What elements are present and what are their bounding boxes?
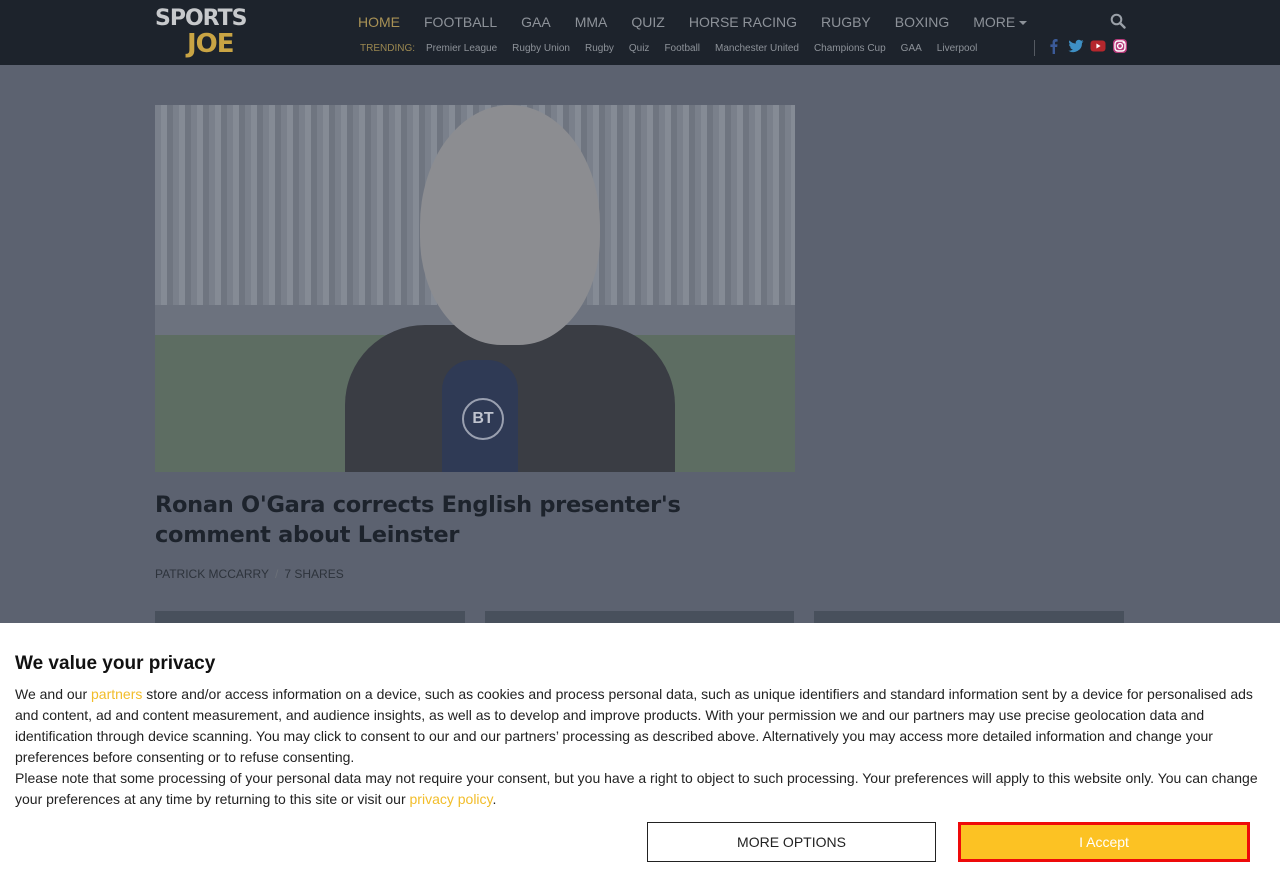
person-head (420, 105, 600, 345)
nav-rugby[interactable]: RUGBY (821, 12, 871, 32)
partners-link[interactable]: partners (91, 686, 142, 702)
article-shares: 7 SHARES (284, 567, 344, 581)
nav-quiz[interactable]: QUIZ (631, 12, 664, 32)
youtube-icon[interactable] (1090, 38, 1106, 54)
search-icon[interactable] (1110, 13, 1126, 29)
nav-gaa[interactable]: GAA (521, 12, 551, 32)
article-author[interactable]: PATRICK MCCARRY (155, 567, 269, 581)
chevron-down-icon (1019, 21, 1028, 26)
instagram-icon[interactable] (1112, 38, 1128, 54)
logo-text-bottom: JOE (187, 29, 235, 59)
article-headline[interactable]: Ronan O'Gara corrects English presenter'… (155, 490, 800, 550)
site-header: SPORTS JOE HOME FOOTBALL GAA MMA QUIZ HO… (0, 0, 1280, 65)
nav-more[interactable]: MORE (973, 12, 1028, 32)
privacy-consent-banner: We value your privacy We and our partner… (0, 623, 1280, 887)
trending-football[interactable]: Football (664, 43, 700, 54)
nav-mma[interactable]: MMA (575, 12, 608, 32)
trending-gaa[interactable]: GAA (901, 43, 922, 54)
hero-image[interactable]: BT (155, 105, 795, 472)
trending-champions-cup[interactable]: Champions Cup (814, 43, 886, 54)
meta-separator: / (275, 567, 279, 581)
consent-p1-before: We and our (15, 686, 92, 702)
trending-manchester-united[interactable]: Manchester United (715, 43, 799, 54)
bt-logo: BT (462, 398, 504, 440)
main-nav: HOME FOOTBALL GAA MMA QUIZ HORSE RACING … (358, 12, 1051, 32)
consent-paragraph-2: Please note that some processing of your… (15, 768, 1260, 810)
accept-button[interactable]: I Accept (958, 822, 1250, 862)
trending-quiz[interactable]: Quiz (629, 43, 650, 54)
nav-horse-racing[interactable]: HORSE RACING (689, 12, 797, 32)
more-options-button[interactable]: MORE OPTIONS (647, 822, 936, 862)
trending-liverpool[interactable]: Liverpool (937, 43, 978, 54)
consent-p1-after: store and/or access information on a dev… (15, 686, 1253, 765)
trending-bar: TRENDING: Premier League Rugby Union Rug… (360, 41, 992, 55)
social-links (1046, 38, 1128, 54)
twitter-icon[interactable] (1068, 38, 1084, 54)
consent-p2-before: Please note that some processing of your… (15, 770, 1258, 807)
facebook-icon[interactable] (1046, 38, 1062, 54)
consent-p2-after: . (492, 791, 497, 807)
nav-boxing[interactable]: BOXING (895, 12, 949, 32)
privacy-policy-link[interactable]: privacy policy (410, 791, 493, 807)
trending-label: TRENDING: (360, 42, 415, 54)
nav-home[interactable]: HOME (358, 12, 400, 32)
nav-football[interactable]: FOOTBALL (424, 12, 497, 32)
nav-more-label: MORE (973, 14, 1016, 30)
header-divider (1034, 40, 1035, 56)
article-meta: PATRICK MCCARRY / 7 SHARES (155, 567, 344, 581)
trending-rugby-union[interactable]: Rugby Union (512, 43, 570, 54)
sportsjoe-logo[interactable]: SPORTS JOE (155, 6, 247, 60)
consent-paragraph-1: We and our partners store and/or access … (15, 684, 1260, 768)
trending-rugby[interactable]: Rugby (585, 43, 614, 54)
trending-premier-league[interactable]: Premier League (426, 43, 497, 54)
consent-title: We value your privacy (15, 653, 216, 674)
